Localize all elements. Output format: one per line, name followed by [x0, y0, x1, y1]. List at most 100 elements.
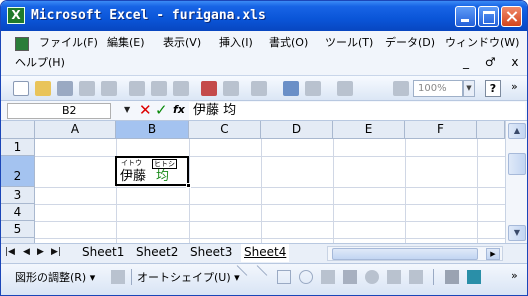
close-button[interactable] [501, 6, 522, 27]
toolbar-separator [131, 269, 132, 285]
cell-text: 伊藤 [120, 169, 147, 184]
permission-icon[interactable] [79, 81, 95, 96]
3d-icon[interactable] [467, 270, 481, 284]
last-sheet-icon[interactable]: ▶| [51, 247, 61, 257]
column-header-b[interactable]: B [116, 121, 189, 139]
spelling-icon[interactable] [173, 81, 189, 96]
undo-icon[interactable] [251, 81, 267, 96]
formula-input[interactable]: 伊藤 均 [189, 102, 525, 120]
excel-window: X Microsoft Excel - furigana.xls ファイル(F)… [0, 0, 528, 296]
new-icon[interactable] [13, 81, 29, 96]
column-header-d[interactable]: D [261, 121, 333, 139]
workbook-icon[interactable] [15, 37, 29, 51]
next-sheet-icon[interactable]: ▶ [37, 247, 44, 257]
menu-data[interactable]: データ(D) [385, 35, 435, 51]
arrow-icon[interactable] [256, 265, 268, 276]
clip-art-icon[interactable] [387, 270, 401, 284]
name-box-dropdown-icon[interactable]: ▼ [124, 105, 130, 114]
maximize-button[interactable] [478, 6, 499, 27]
prev-sheet-icon[interactable]: ◀ [23, 247, 30, 257]
gridline [405, 139, 406, 243]
shadow-icon[interactable] [445, 270, 459, 284]
window-title: Microsoft Excel - furigana.xls [31, 8, 266, 23]
column-header-e[interactable]: E [333, 121, 405, 139]
menu-format[interactable]: 書式(O) [269, 35, 308, 51]
print-icon[interactable] [129, 81, 145, 96]
workbook-window-controls[interactable]: _ ♂ x [463, 55, 525, 69]
minimize-button[interactable] [455, 6, 476, 27]
toolbar-overflow-icon[interactable]: » [511, 80, 518, 93]
autoshapes-button[interactable]: オートシェイプ(U) ▾ [137, 269, 240, 285]
row-header-3[interactable]: 3 [1, 187, 35, 204]
menu-tools[interactable]: ツール(T) [325, 35, 373, 51]
menu-help[interactable]: ヘルプ(H) [15, 55, 65, 71]
save-icon[interactable] [57, 81, 73, 96]
gridline [333, 139, 334, 243]
menu-bar: ファイル(F) 編集(E) 表示(V) 挿入(I) 書式(O) ツール(T) デ… [1, 31, 527, 75]
gridline [35, 187, 505, 188]
active-cell-b2[interactable]: イトウ ヒトシ 伊藤 均 [115, 156, 191, 188]
drawing-overflow-icon[interactable]: » [511, 269, 518, 282]
zoom-box[interactable]: 100% [413, 80, 463, 97]
horizontal-scroll-thumb[interactable] [332, 248, 478, 260]
excel-app-icon: X [7, 7, 25, 24]
select-objects-icon[interactable] [111, 270, 125, 284]
cancel-icon[interactable]: ✕ [139, 102, 152, 118]
mail-icon[interactable] [101, 81, 117, 96]
fill-handle[interactable] [186, 183, 191, 188]
furigana-label[interactable]: ヒトシ [152, 159, 177, 169]
gridline [189, 139, 190, 243]
insert-function-icon[interactable]: fx [173, 103, 185, 116]
gridline [261, 139, 262, 243]
cut-icon[interactable] [201, 81, 217, 96]
sheet-tab-bar: |◀ ◀ ▶ ▶| Sheet1 Sheet2 Sheet3 Sheet4 ▶ [1, 243, 527, 263]
gridline [477, 139, 478, 243]
row-header-5[interactable]: 5 [1, 221, 35, 238]
rectangle-icon[interactable] [277, 270, 291, 284]
open-icon[interactable] [35, 81, 51, 96]
zoom-dropdown-icon[interactable]: ▼ [463, 80, 475, 97]
worksheet-grid[interactable]: A B C D E F 1 2 3 4 5 イトウ ヒトシ 伊藤 均 [1, 121, 505, 243]
hyperlink-icon[interactable] [283, 81, 299, 96]
vertical-scroll-thumb[interactable] [508, 153, 526, 175]
autosum-icon[interactable] [305, 81, 321, 96]
print-preview-icon[interactable] [151, 81, 167, 96]
gridline [35, 238, 505, 239]
column-header-c[interactable]: C [189, 121, 261, 139]
horizontal-scrollbar[interactable]: ▶ [327, 246, 503, 261]
select-all-corner[interactable] [1, 121, 35, 139]
name-box[interactable]: B2 [7, 103, 111, 119]
enter-icon[interactable]: ✓ [155, 102, 168, 118]
sheet-tab-sheet2[interactable]: Sheet2 [133, 244, 181, 262]
copy-icon[interactable] [223, 81, 239, 96]
row-header-4[interactable]: 4 [1, 204, 35, 221]
column-header-g[interactable] [477, 121, 505, 139]
picture-icon[interactable] [409, 270, 423, 284]
menu-window[interactable]: ウィンドウ(W) [445, 35, 519, 51]
sheet-tab-sheet1[interactable]: Sheet1 [79, 244, 127, 262]
menu-edit[interactable]: 編集(E) [107, 35, 145, 51]
diagram-icon[interactable] [365, 270, 379, 284]
sort-ascending-icon[interactable] [337, 81, 353, 96]
column-header-f[interactable]: F [405, 121, 477, 139]
sheet-tab-sheet4[interactable]: Sheet4 [241, 244, 290, 262]
vertical-scrollbar[interactable]: ▲ ▼ [505, 121, 527, 243]
column-header-a[interactable]: A [35, 121, 116, 139]
menu-file[interactable]: ファイル(F) [39, 35, 98, 51]
sheet-tab-sheet3[interactable]: Sheet3 [187, 244, 235, 262]
menu-view[interactable]: 表示(V) [163, 35, 201, 51]
row-header-1[interactable]: 1 [1, 139, 35, 156]
scroll-down-icon[interactable]: ▼ [508, 225, 526, 241]
menu-insert[interactable]: 挿入(I) [219, 35, 253, 51]
cell-text: 均 [156, 169, 170, 184]
text-box-icon[interactable] [321, 270, 335, 284]
chart-wizard-icon[interactable] [393, 81, 409, 96]
row-header-2[interactable]: 2 [1, 156, 35, 187]
scroll-up-icon[interactable]: ▲ [508, 123, 526, 139]
first-sheet-icon[interactable]: |◀ [5, 247, 15, 257]
help-icon[interactable]: ? [485, 80, 501, 97]
draw-menu-button[interactable]: 図形の調整(R) ▾ [15, 269, 95, 285]
scroll-right-icon[interactable]: ▶ [486, 248, 500, 260]
wordart-icon[interactable] [343, 270, 357, 284]
oval-icon[interactable] [299, 270, 313, 284]
